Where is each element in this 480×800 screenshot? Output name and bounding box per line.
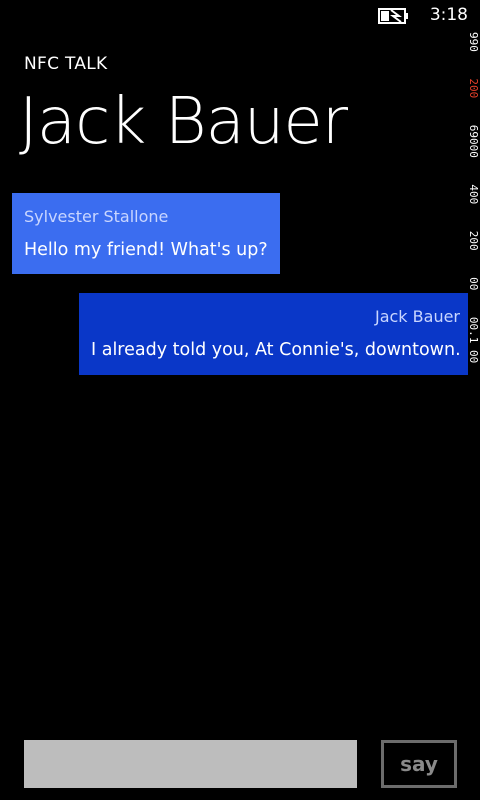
message-sender: Jack Bauer [374, 307, 460, 326]
counter-value: 00 [467, 350, 480, 364]
counter-value: 200 [467, 230, 480, 251]
message-text: I already told you, At Connie's, downtow… [91, 340, 461, 360]
counter-value: 00.1 [467, 316, 480, 344]
message-sender: Sylvester Stallone [24, 207, 169, 226]
message-bubble-outgoing[interactable]: Jack Bauer I already told you, At Connie… [79, 293, 468, 375]
battery-charging-icon [378, 8, 408, 24]
app-title: NFC TALK [24, 54, 108, 74]
say-button[interactable]: say [381, 740, 457, 788]
counter-value: 400 [467, 184, 480, 205]
message-text: Hello my friend! What's up? [24, 240, 268, 260]
counter-value: 990 [467, 32, 480, 52]
page-title: Jack Bauer [19, 85, 348, 159]
counter-value: 69000 [467, 124, 480, 158]
counter-value-highlight: 200 [467, 78, 480, 99]
counter-value: 00 [467, 277, 480, 291]
message-bubble-incoming[interactable]: Sylvester Stallone Hello my friend! What… [12, 193, 280, 274]
frame-rate-counters: 990 200 69000 400 200 00 00.1 00 [466, 32, 480, 392]
clock: 3:18 [429, 5, 468, 25]
message-input[interactable] [24, 740, 357, 788]
status-bar: 3:18 [0, 0, 480, 32]
